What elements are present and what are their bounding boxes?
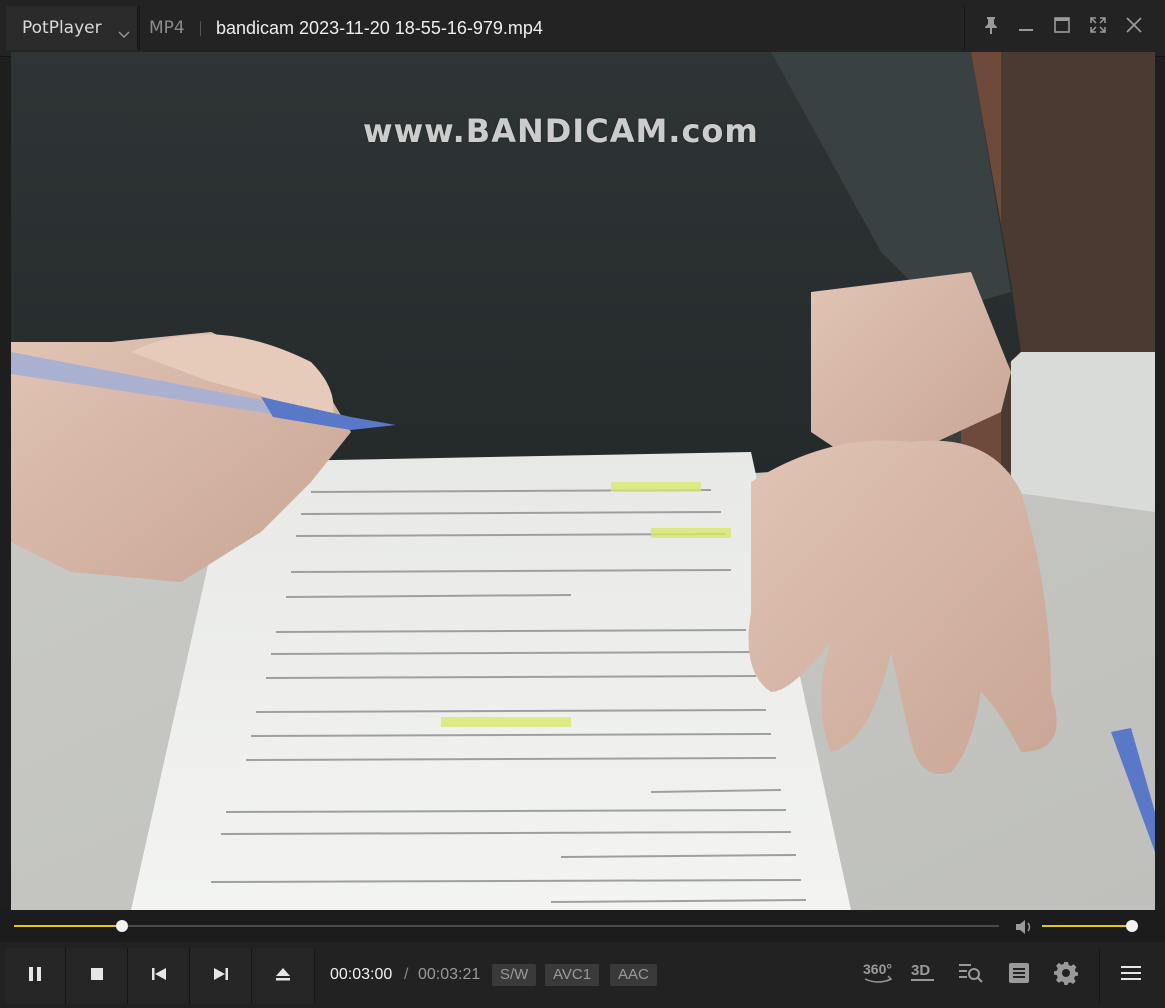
total-time: 00:03:21	[418, 966, 481, 983]
playlist-search-button[interactable]	[956, 960, 986, 990]
open-file-button[interactable]	[252, 948, 315, 1004]
volume-button[interactable]	[1014, 918, 1034, 940]
seek-area	[0, 910, 1165, 942]
control-bar: 00:03:00 / 00:03:21 S/W AVC1 AAC 360° 3D	[0, 942, 1165, 1008]
skip-next-icon	[212, 966, 230, 986]
app-menu-button[interactable]: PotPlayer	[6, 6, 138, 50]
current-time: 00:03:00	[330, 966, 393, 983]
close-icon	[1125, 16, 1143, 38]
seek-handle[interactable]	[116, 920, 129, 932]
maximize-button[interactable]	[1049, 14, 1075, 40]
watermark-text: www.BANDICAM.com	[363, 112, 759, 150]
volume-level	[1042, 925, 1133, 927]
divider	[139, 6, 140, 50]
vr-360-button[interactable]: 360°	[861, 960, 895, 990]
previous-button[interactable]	[128, 948, 190, 1004]
divider	[1099, 948, 1100, 1004]
gear-icon	[1054, 961, 1078, 989]
title-bar: PotPlayer MP4 bandicam 2023-11-20 18-55-…	[0, 0, 1165, 57]
3d-icon: 3D	[908, 960, 938, 990]
3d-mode-button[interactable]: 3D	[908, 960, 938, 990]
format-label: MP4	[149, 18, 185, 38]
pin-icon	[982, 15, 1000, 39]
pause-button[interactable]	[5, 948, 66, 1004]
360-label: 360°	[863, 961, 892, 977]
settings-button[interactable]	[1051, 960, 1081, 990]
fullscreen-icon	[1089, 16, 1107, 38]
next-button[interactable]	[190, 948, 252, 1004]
hamburger-menu-icon	[1120, 964, 1142, 986]
video-codec-badge[interactable]: AVC1	[545, 964, 600, 986]
volume-slider[interactable]	[1042, 920, 1139, 932]
pin-button[interactable]	[978, 14, 1004, 40]
app-name: PotPlayer	[22, 18, 102, 38]
skip-previous-icon	[150, 966, 168, 986]
volume-handle[interactable]	[1126, 920, 1139, 932]
video-frame	[11, 52, 1155, 910]
seek-bar[interactable]	[14, 920, 999, 932]
playlist-button[interactable]	[1004, 960, 1034, 990]
audio-codec-badge[interactable]: AAC	[610, 964, 657, 986]
close-button[interactable]	[1121, 14, 1147, 40]
stop-button[interactable]	[66, 948, 128, 1004]
minimize-button[interactable]	[1013, 14, 1039, 40]
file-title: bandicam 2023-11-20 18-55-16-979.mp4	[216, 18, 543, 38]
3d-label: 3D	[911, 962, 930, 979]
playlist-icon	[1008, 962, 1030, 988]
seek-progress	[14, 925, 123, 927]
decoder-badge[interactable]: S/W	[492, 964, 537, 986]
list-search-icon	[957, 961, 985, 989]
chevron-down-icon	[118, 24, 130, 43]
speaker-icon	[1014, 920, 1034, 940]
video-display[interactable]: www.BANDICAM.com	[11, 52, 1155, 910]
maximize-icon	[1053, 16, 1071, 38]
360-icon: 360°	[861, 959, 895, 991]
minimize-icon	[1017, 16, 1035, 38]
divider	[200, 21, 201, 36]
main-menu-button[interactable]	[1116, 960, 1146, 990]
stop-icon	[89, 966, 105, 986]
pause-icon	[27, 965, 43, 987]
divider	[964, 6, 965, 50]
eject-icon	[275, 966, 291, 986]
time-separator: /	[404, 966, 409, 983]
fullscreen-button[interactable]	[1085, 14, 1111, 40]
